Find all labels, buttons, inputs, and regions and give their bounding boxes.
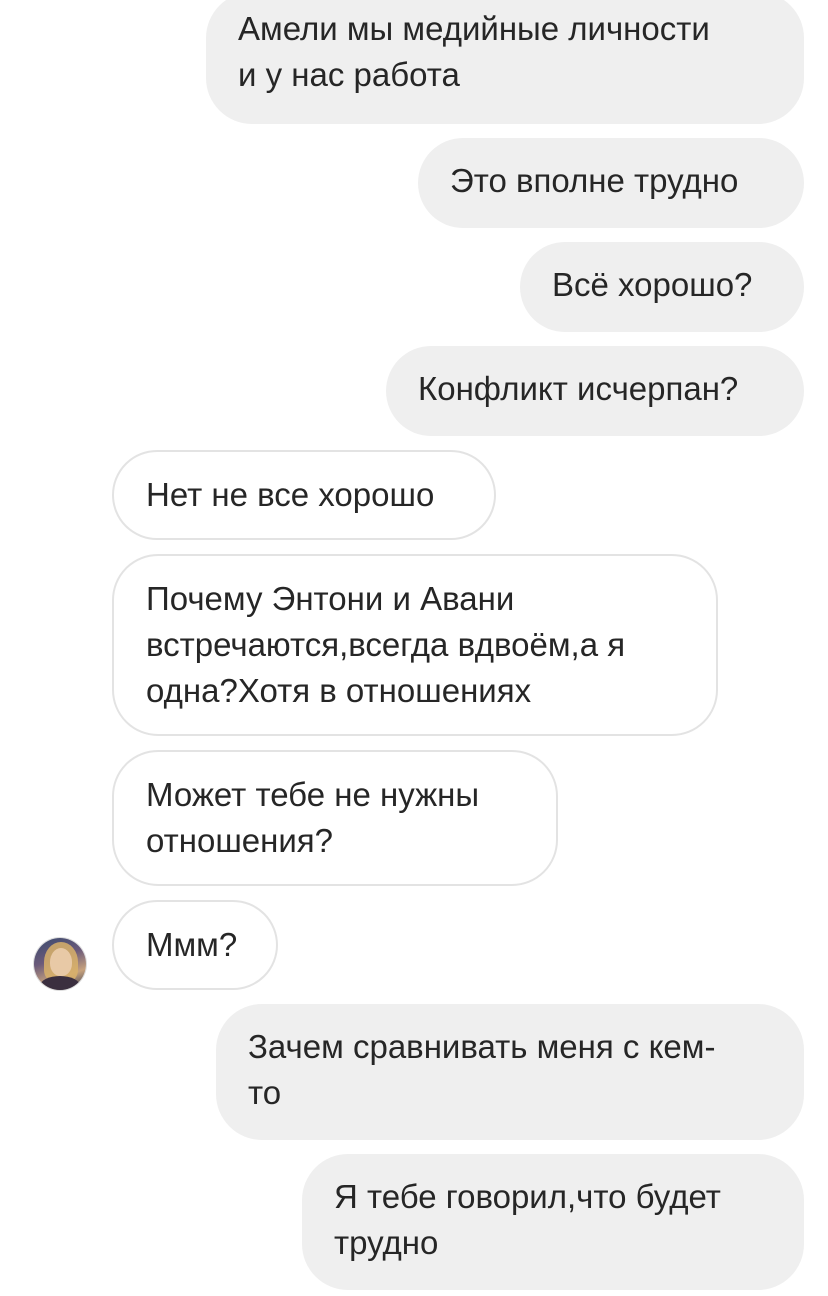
received-message-bubble[interactable]: Почему Энтони и Авани встречаются,всегда… [112, 554, 718, 736]
sent-message-bubble[interactable]: Конфликт исчерпан? [386, 346, 804, 436]
sent-message-bubble[interactable]: Зачем сравнивать меня с кем- то [216, 1004, 804, 1140]
received-message-bubble[interactable]: Ммм? [112, 900, 278, 990]
sent-message-bubble[interactable]: Это вполне трудно [418, 138, 804, 228]
received-message-bubble[interactable]: Нет не все хорошо [112, 450, 496, 540]
received-message-bubble[interactable]: Может тебе не нужны отношения? [112, 750, 558, 886]
message-thread: Амели мы медийные личности и у нас работ… [0, 0, 828, 1296]
avatar-body [40, 976, 80, 990]
sent-message-bubble[interactable]: Всё хорошо? [520, 242, 804, 332]
avatar-face [50, 948, 72, 976]
sent-message-bubble[interactable]: Я тебе говорил,что будет трудно [302, 1154, 804, 1290]
sent-message-bubble[interactable]: Амели мы медийные личности и у нас работ… [206, 0, 804, 124]
contact-avatar[interactable] [34, 938, 86, 990]
